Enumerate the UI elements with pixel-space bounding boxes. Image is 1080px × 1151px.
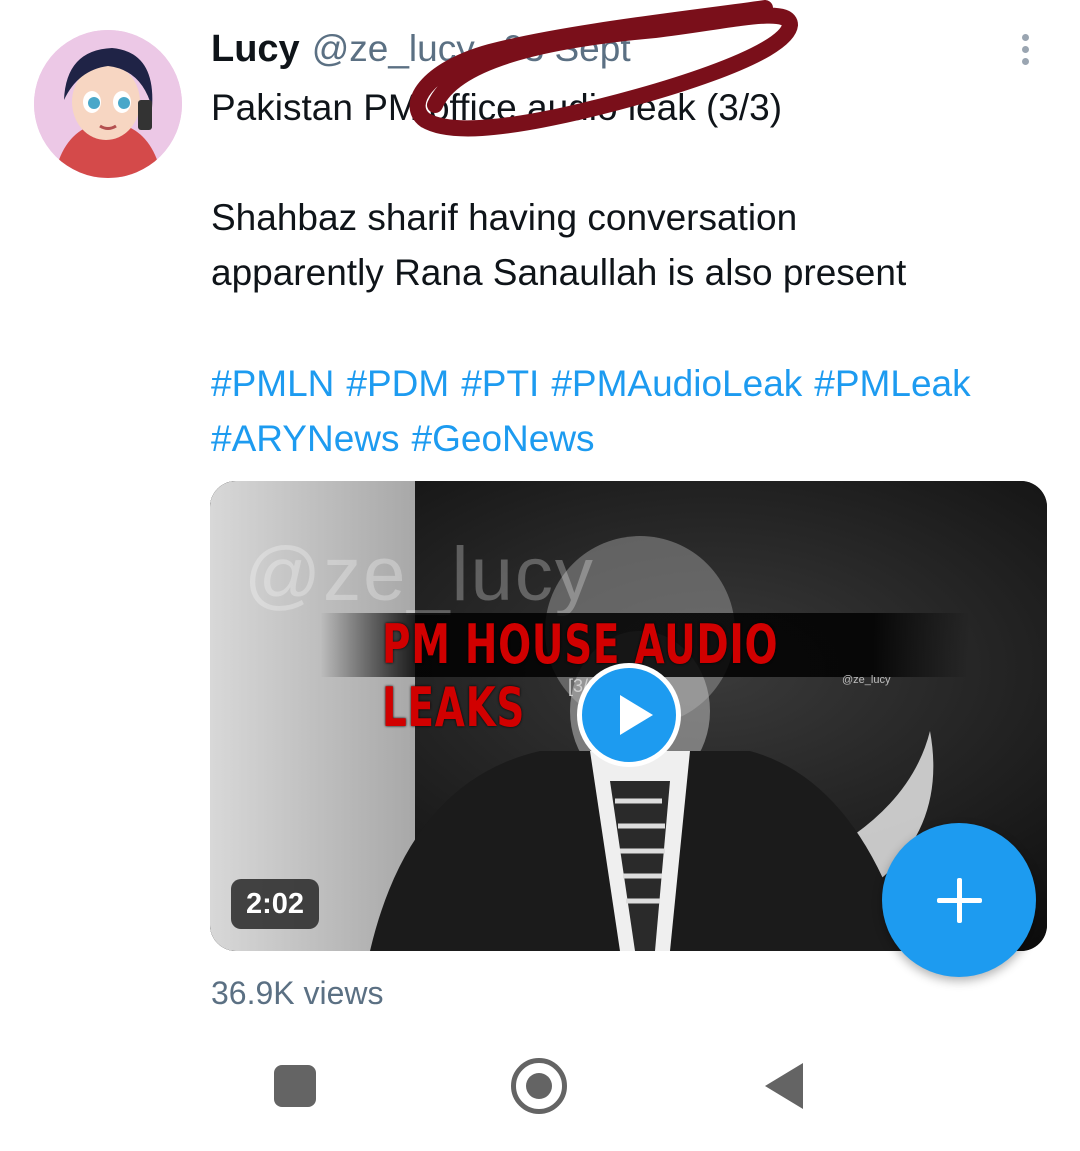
separator: · (482, 28, 496, 69)
video-duration: 2:02 (231, 879, 320, 929)
avatar[interactable] (34, 30, 182, 178)
tweet-text-line-3: apparently Rana Sanaullah is also presen… (211, 252, 907, 293)
compose-button[interactable] (882, 823, 1036, 977)
video-watermark: @ze_lucy (244, 532, 595, 617)
hashtag-list: #PMLN #PDM #PTI #PMAudioLeak #PMLeak #ARYNew… (211, 356, 1061, 466)
more-vertical-icon[interactable] (1010, 30, 1040, 70)
hashtag-link[interactable]: #PMAudioLeak (551, 363, 802, 404)
circle-icon (526, 1073, 552, 1099)
author-name[interactable]: Lucy (211, 28, 300, 71)
tweet-text-line-1: Pakistan PM office audio leak (3/3) (211, 87, 783, 128)
tweet-date[interactable]: 03 Sept (503, 28, 631, 70)
hashtag-link[interactable]: #PMLeak (814, 363, 970, 404)
home-nav-button[interactable] (511, 1058, 567, 1114)
recents-nav-button[interactable] (274, 1065, 316, 1107)
tweet-text-line-2: Shahbaz sharif having conversation (211, 197, 798, 238)
tweet-header: Lucy @ze_lucy · 03 Sept (211, 28, 631, 84)
play-icon[interactable] (577, 663, 681, 767)
hashtag-link[interactable]: #ARYNews (211, 418, 400, 459)
avatar-image (34, 30, 182, 178)
hashtag-link[interactable]: #PDM (346, 363, 449, 404)
hashtag-link[interactable]: #GeoNews (412, 418, 595, 459)
view-count: 36.9K views (211, 975, 384, 1011)
video-mini-tag: @ze_lucy (842, 674, 891, 686)
author-handle[interactable]: @ze_lucy (312, 28, 475, 70)
hashtag-link[interactable]: #PTI (461, 363, 539, 404)
back-nav-button[interactable] (765, 1063, 803, 1109)
hashtag-link[interactable]: #PMLN (211, 363, 334, 404)
